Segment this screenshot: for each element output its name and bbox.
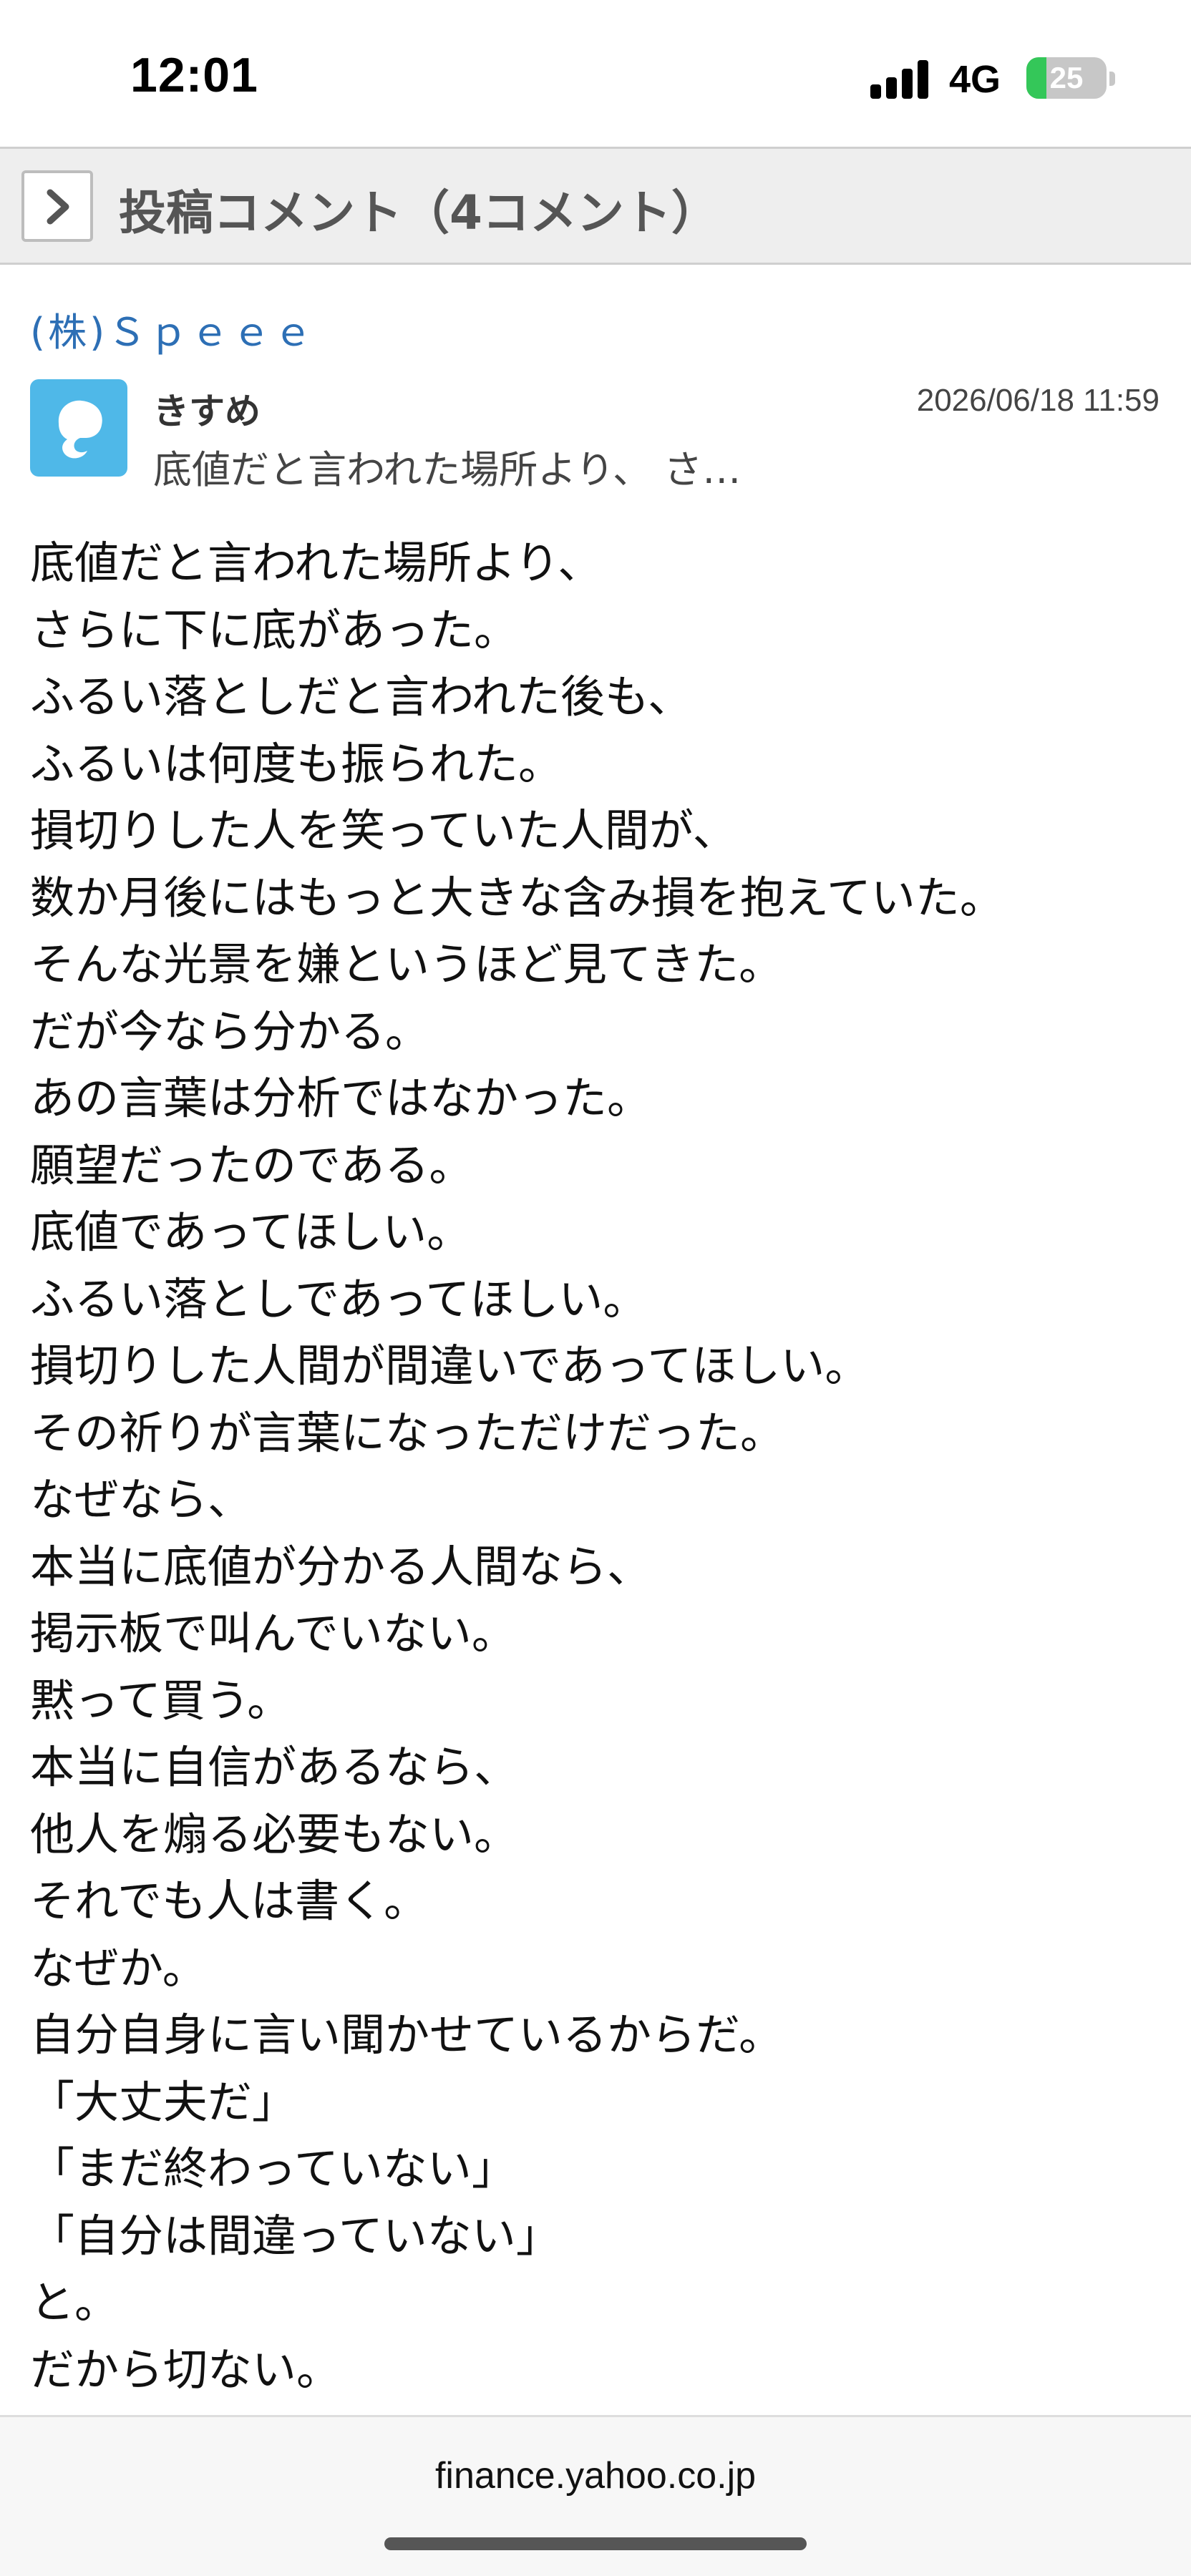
post-body-line: 底値であってほしい。 bbox=[30, 1206, 472, 1258]
status-time: 12:01 bbox=[130, 48, 258, 102]
username[interactable]: きすめ bbox=[153, 383, 261, 434]
status-bar: 12:01 4G 25 bbox=[0, 0, 1191, 147]
comments-header: 投稿コメント（4コメント） bbox=[0, 147, 1191, 265]
post-body-line: さらに下に底があった。 bbox=[30, 603, 519, 656]
post-body-line: 本当に底値が分かる人間なら、 bbox=[30, 1540, 652, 1593]
post-body-line: 掲示板で叫んでいない。 bbox=[30, 1607, 516, 1659]
post-preview: 底値だと言われた場所より、 さ… bbox=[153, 447, 742, 492]
post-body-line: 損切りした人間が間違いであってほしい。 bbox=[30, 1340, 870, 1392]
post-body-line: 底値だと言われた場所より、 bbox=[30, 537, 603, 589]
page-title: 投稿コメント（4コメント） bbox=[119, 185, 719, 240]
cellular-signal-icon bbox=[870, 60, 929, 99]
post-body-line: なぜか。 bbox=[30, 1941, 207, 1994]
post-body-line: 「大丈夫だ」 bbox=[30, 2075, 297, 2128]
post-body-line: 黙って買う。 bbox=[30, 1674, 292, 1727]
post-body-line: その祈りが言葉になっただけだった。 bbox=[30, 1406, 785, 1459]
home-indicator[interactable] bbox=[384, 2537, 807, 2550]
post-body-line: ふるい落としであってほしい。 bbox=[30, 1272, 648, 1325]
network-type: 4G bbox=[949, 58, 1001, 101]
post-body-line: 「自分は間違っていない」 bbox=[30, 2209, 560, 2262]
post-body-line: 願望だったのである。 bbox=[30, 1138, 474, 1191]
battery-cap bbox=[1109, 72, 1115, 86]
browser-url-bar[interactable]: finance.yahoo.co.jp bbox=[0, 2415, 1191, 2576]
post-body-line: ふるいは何度も振られた。 bbox=[30, 737, 563, 790]
battery-icon: 25 bbox=[1026, 57, 1107, 99]
post-body-line: と。 bbox=[30, 2276, 120, 2328]
user-avatar-icon[interactable] bbox=[30, 379, 127, 477]
post-body-line: 自分自身に言い聞かせているからだ。 bbox=[30, 2009, 784, 2061]
post-body-line: なぜなら、 bbox=[30, 1473, 253, 1526]
post-body-line: 損切りした人を笑っていた人間が、 bbox=[30, 804, 737, 857]
post-body-line: 本当に自信があるなら、 bbox=[30, 1741, 519, 1793]
avatar-silhouette bbox=[58, 400, 102, 459]
post-body-line: 「まだ終わっていない」 bbox=[30, 2142, 516, 2195]
chevron-right-icon bbox=[47, 189, 69, 225]
post-body-line: だから切ない。 bbox=[30, 2343, 341, 2396]
post-body-line: そんな光景を嫌というほど見てきた。 bbox=[30, 938, 784, 990]
post-body-line: それでも人は書く。 bbox=[30, 1875, 429, 1927]
post-body-line: ふるい落としだと言われた後も、 bbox=[30, 670, 693, 723]
url-domain[interactable]: finance.yahoo.co.jp bbox=[0, 2454, 1191, 2497]
post-timestamp: 2026/06/18 11:59 bbox=[916, 383, 1160, 418]
post-body-line: 他人を煽る必要もない。 bbox=[30, 1807, 519, 1860]
post-body-line: 数か月後にはもっと大きな含み損を抱えていた。 bbox=[30, 871, 1004, 924]
post-body-line: あの言葉は分析ではなかった。 bbox=[30, 1072, 652, 1124]
battery-percentage: 25 bbox=[1049, 61, 1084, 94]
post-body-line: だが今なら分かる。 bbox=[30, 1005, 430, 1058]
chevron-right-button[interactable] bbox=[21, 170, 93, 242]
post-body: 底値だと言われた場所より、 さらに下に底があった。ふるい落としだと言われた後も、ふ… bbox=[30, 530, 1168, 2403]
company-link[interactable]: (株)Ｓｐｅｅｅ bbox=[30, 301, 315, 357]
